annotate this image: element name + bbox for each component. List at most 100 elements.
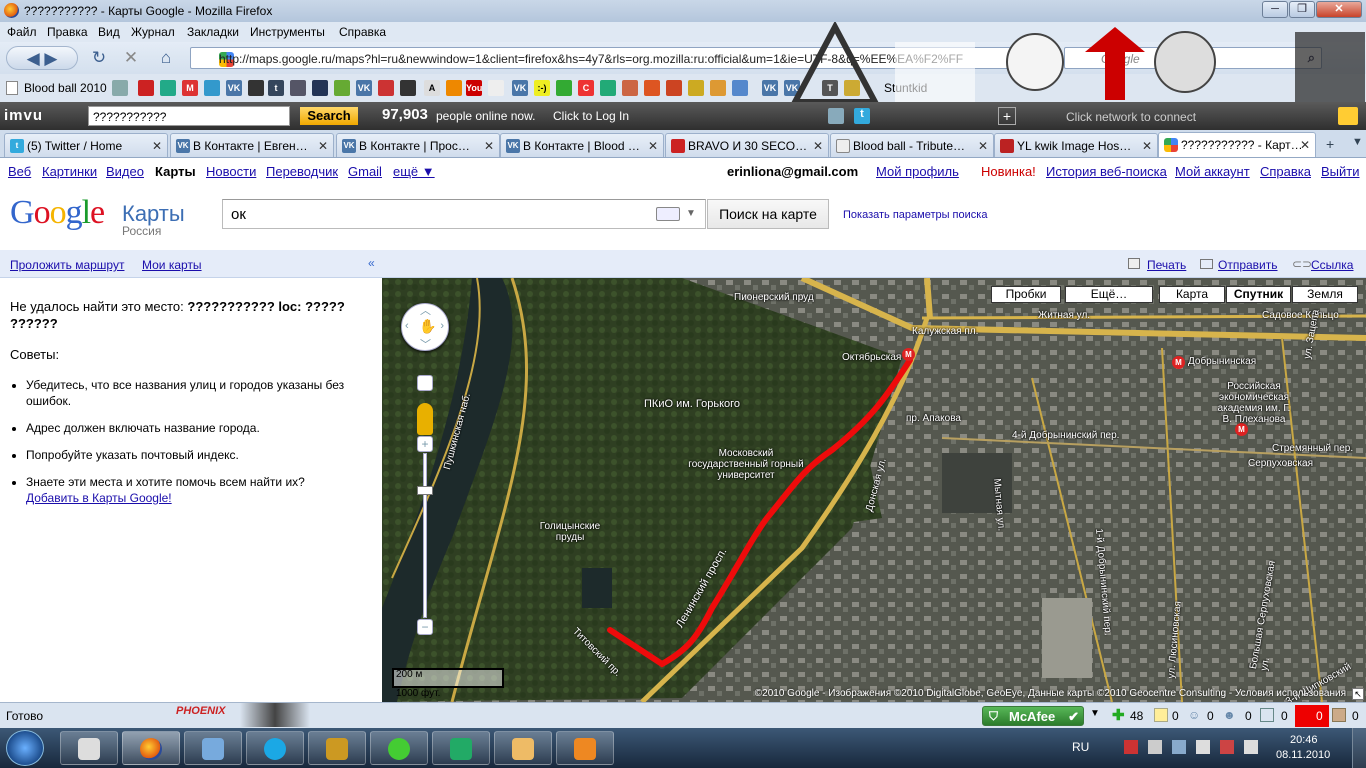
bookmark-icon[interactable] xyxy=(600,80,616,96)
note-icon[interactable] xyxy=(1154,708,1168,722)
bookmark-icon[interactable]: C xyxy=(578,80,594,96)
tray-icon[interactable] xyxy=(1220,740,1234,754)
bookmark-stuntkid[interactable]: Stuntkid xyxy=(884,81,927,95)
tab-close-icon[interactable]: ✕ xyxy=(1142,139,1152,153)
url-bar[interactable]: http://maps.google.ru/maps?hl=ru&newwind… xyxy=(190,47,1048,69)
tab-close-icon[interactable]: ✕ xyxy=(813,139,823,153)
bookmark-icon[interactable] xyxy=(622,80,638,96)
bookmark-icon[interactable] xyxy=(290,80,306,96)
my-maps-link[interactable]: Мои карты xyxy=(142,258,202,272)
chevron-down-icon[interactable]: ▼ xyxy=(686,208,696,219)
chevron-down-icon[interactable]: ▼ xyxy=(1090,708,1100,719)
link-web[interactable]: Веб xyxy=(8,164,31,179)
taskbar-feather[interactable] xyxy=(184,731,242,765)
zoom-out-button[interactable]: − xyxy=(417,619,433,635)
map-type-button[interactable]: Карта xyxy=(1159,286,1225,303)
bookmark-icon[interactable] xyxy=(334,80,350,96)
tray-icon[interactable] xyxy=(1124,740,1138,754)
bookmark-icon[interactable] xyxy=(710,80,726,96)
user-icon[interactable]: ☺ xyxy=(1188,708,1200,722)
friends-icon[interactable] xyxy=(828,108,844,124)
network-text[interactable]: Click network to connect xyxy=(1066,110,1196,124)
new-tab-icon[interactable]: + xyxy=(1326,136,1334,152)
bookmark-icon[interactable]: :-) xyxy=(534,80,550,96)
tab-close-icon[interactable]: ✕ xyxy=(978,139,988,153)
tab-close-icon[interactable]: ✕ xyxy=(1300,138,1310,152)
tab-bravo[interactable]: BRAVO И 30 SECO… ✕ xyxy=(665,133,829,157)
bookmark-icon[interactable] xyxy=(204,80,220,96)
tumblr-icon[interactable]: t xyxy=(268,80,284,96)
tab-blood-ball[interactable]: Blood ball - Tribute… ✕ xyxy=(830,133,994,157)
search-icon[interactable]: ⌕ xyxy=(1308,50,1315,66)
menu-edit[interactable]: Правка xyxy=(47,25,88,39)
bookmark-icon[interactable]: A xyxy=(424,80,440,96)
tab-close-icon[interactable]: ✕ xyxy=(152,139,162,153)
link-images[interactable]: Картинки xyxy=(42,164,97,179)
link-translate[interactable]: Переводчик xyxy=(266,164,338,179)
bookmark-icon[interactable] xyxy=(400,80,416,96)
bookmark-icon[interactable] xyxy=(844,80,860,96)
link-video[interactable]: Видео xyxy=(106,164,144,179)
list-tabs-icon[interactable]: ▼ xyxy=(1352,136,1363,148)
pan-right-icon[interactable]: › xyxy=(440,320,444,332)
gift-icon[interactable] xyxy=(1338,107,1358,125)
directions-link[interactable]: Проложить маршрут xyxy=(10,258,124,272)
taskbar-firefox[interactable] xyxy=(122,731,180,765)
youtube-icon[interactable]: You xyxy=(466,80,482,96)
hand-icon[interactable]: ✋ xyxy=(419,318,436,335)
bookmark-icon[interactable]: T xyxy=(822,80,838,96)
zoom-slider-track[interactable] xyxy=(423,453,427,618)
mcafee-button[interactable]: ⛉ McAfee ✔ xyxy=(982,706,1084,726)
taskbar-gem[interactable] xyxy=(432,731,490,765)
minimize-button[interactable]: ─ xyxy=(1262,1,1288,18)
link-profile[interactable]: Мой профиль xyxy=(876,164,959,179)
bookmark-icon[interactable] xyxy=(378,80,394,96)
menu-history[interactable]: Журнал xyxy=(131,25,175,39)
reload-icon[interactable]: ↻ xyxy=(88,46,110,70)
menu-view[interactable]: Вид xyxy=(98,25,120,39)
menu-bookmarks[interactable]: Закладки xyxy=(187,25,239,39)
tab-close-icon[interactable]: ✕ xyxy=(484,139,494,153)
taskbar-shield[interactable] xyxy=(308,731,366,765)
bookmark-icon[interactable] xyxy=(732,80,748,96)
tab-vk-3[interactable]: VK В Контакте | Blood … ✕ xyxy=(500,133,664,157)
zoom-in-button[interactable]: + xyxy=(417,436,433,452)
send-link[interactable]: Отправить xyxy=(1218,258,1278,272)
link-gmail[interactable]: Gmail xyxy=(348,164,382,179)
back-forward-button[interactable]: ◀ ▶ xyxy=(6,46,78,70)
tab-yl-kwik[interactable]: YL kwik Image Hos… ✕ xyxy=(994,133,1158,157)
vk-icon[interactable]: VK xyxy=(356,80,372,96)
taskbar-icq[interactable] xyxy=(370,731,428,765)
home-icon[interactable]: ⌂ xyxy=(154,46,178,70)
taskbar-explorer[interactable] xyxy=(494,731,552,765)
alert-badge[interactable] xyxy=(1295,705,1329,727)
keyboard-icon[interactable] xyxy=(656,207,680,221)
clock-time[interactable]: 20:46 xyxy=(1290,734,1318,746)
vk-icon[interactable]: VK xyxy=(512,80,528,96)
window-icon[interactable] xyxy=(1260,708,1274,722)
bookmark-blood-ball[interactable]: Blood ball 2010 xyxy=(24,81,107,95)
search-map-button[interactable]: Поиск на карте xyxy=(707,199,829,229)
reset-view-icon[interactable] xyxy=(417,375,433,391)
maximize-button[interactable]: ❐ xyxy=(1289,1,1315,18)
vk-icon[interactable]: VK xyxy=(226,80,242,96)
users-icon[interactable]: ☻ xyxy=(1223,708,1236,722)
metro-icon[interactable]: M xyxy=(902,348,915,361)
link-news[interactable]: Новости xyxy=(206,164,256,179)
taskbar-media[interactable] xyxy=(556,731,614,765)
imvu-login-link[interactable]: Click to Log In xyxy=(553,109,629,123)
tray-icon[interactable] xyxy=(1196,740,1210,754)
satellite-map[interactable]: M M M Пионерский пруд ПКиО им. Горького … xyxy=(382,278,1366,702)
bookmark-icon[interactable] xyxy=(644,80,660,96)
add-to-maps-link[interactable]: Добавить в Карты Google! xyxy=(26,491,172,505)
earth-type-button[interactable]: Земля xyxy=(1292,286,1358,303)
tab-vk-1[interactable]: VK В Контакте | Евген… ✕ xyxy=(170,133,334,157)
street-view-pegman-icon[interactable] xyxy=(417,403,433,435)
link-account[interactable]: Мой аккаунт xyxy=(1175,164,1250,179)
menu-file[interactable]: Файл xyxy=(7,25,37,39)
taskbar-skype[interactable] xyxy=(246,731,304,765)
link-new[interactable]: Новинка! xyxy=(981,164,1036,179)
tab-close-icon[interactable]: ✕ xyxy=(318,139,328,153)
menu-tools[interactable]: Инструменты xyxy=(250,25,325,39)
imvu-search-button[interactable]: Search xyxy=(300,107,358,125)
